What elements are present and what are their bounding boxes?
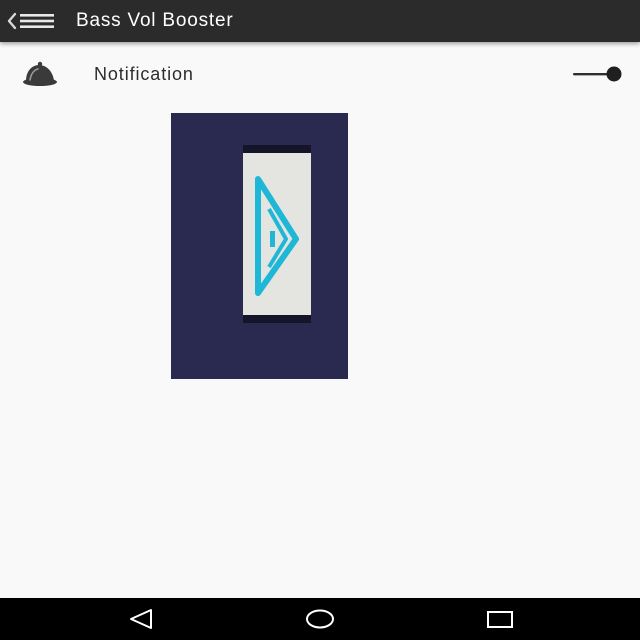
screen: Bass Vol Booster Notification xyxy=(0,0,640,640)
notification-label: Notification xyxy=(94,64,194,84)
square-recents-icon xyxy=(487,611,513,628)
back-menu-button[interactable] xyxy=(4,8,58,34)
notification-toggle[interactable] xyxy=(570,63,626,85)
triangle-back-icon xyxy=(130,609,152,629)
circle-home-icon xyxy=(306,609,334,629)
app-bar: Bass Vol Booster xyxy=(0,0,640,42)
preview-image xyxy=(171,113,348,379)
system-nav-bar xyxy=(0,598,640,640)
app-title: Bass Vol Booster xyxy=(76,10,234,31)
bell-icon xyxy=(23,61,57,86)
recents-button[interactable] xyxy=(480,606,520,632)
notification-setting-row[interactable]: Notification xyxy=(0,50,640,98)
bass-booster-logo-icon xyxy=(255,176,299,296)
back-button[interactable] xyxy=(121,606,161,632)
home-button[interactable] xyxy=(300,606,340,632)
preview-card xyxy=(243,145,311,323)
back-menu-icon xyxy=(7,12,54,30)
